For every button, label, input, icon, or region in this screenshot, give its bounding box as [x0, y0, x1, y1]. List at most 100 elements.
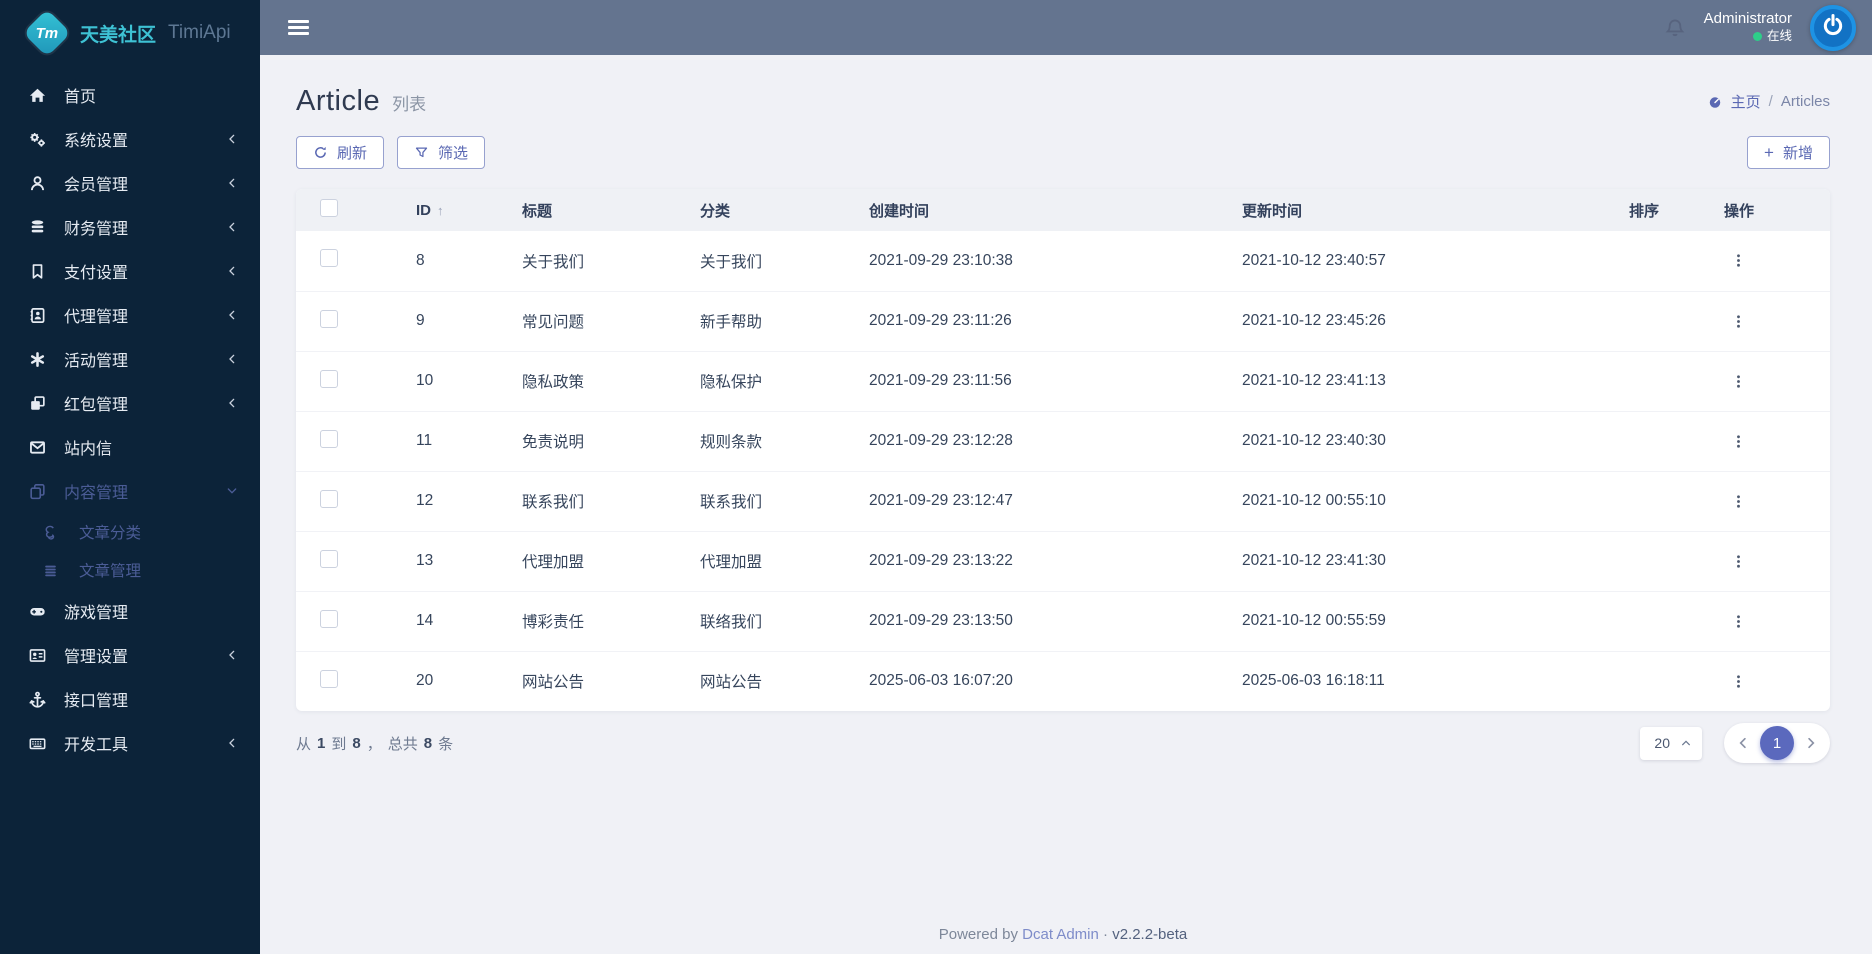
sidebar-item-red-packet-management[interactable]: 红包管理: [0, 381, 260, 425]
brand[interactable]: Tm 天美社区 TimiApi: [0, 0, 260, 66]
cell-updated-at: 2021-10-12 00:55:10: [1222, 470, 1609, 531]
cell-title: 免责说明: [502, 410, 680, 471]
row-actions-button[interactable]: [1724, 487, 1752, 515]
user-icon: [28, 174, 47, 193]
column-header-actions: 操作: [1704, 189, 1830, 231]
row-checkbox[interactable]: [320, 669, 338, 688]
chevron-left-icon: [226, 353, 238, 365]
row-actions-button[interactable]: [1724, 247, 1752, 275]
cell-created-at: 2025-06-03 16:07:20: [849, 650, 1222, 711]
topbar: Administrator 在线: [260, 0, 1872, 55]
table-row: 13 代理加盟 代理加盟 2021-09-29 23:13:22 2021-10…: [296, 530, 1830, 591]
row-checkbox[interactable]: [320, 609, 338, 628]
refresh-button[interactable]: 刷新: [296, 136, 385, 169]
sidebar-item-dev-tools[interactable]: 开发工具: [0, 721, 260, 765]
cell-category: 规则条款: [680, 410, 849, 471]
user-avatar[interactable]: [1810, 4, 1856, 51]
sidebar-item-label: 首页: [64, 89, 97, 106]
cell-created-at: 2021-09-29 23:12:47: [849, 470, 1222, 531]
chevron-left-icon: [226, 265, 238, 277]
column-header-id[interactable]: ID ↑: [396, 189, 502, 231]
table-row: 10 隐私政策 隐私保护 2021-09-29 23:11:56 2021-10…: [296, 350, 1830, 411]
row-actions-button[interactable]: [1724, 307, 1752, 335]
row-checkbox[interactable]: [320, 429, 338, 448]
sidebar-item-api-management[interactable]: 接口管理: [0, 677, 260, 721]
filter-button[interactable]: 筛选: [397, 136, 486, 169]
app-window: Tm 天美社区 TimiApi 首页系统设置会员管理财务管理支付设置 代理管理活动…: [0, 0, 1872, 954]
row-actions-button[interactable]: [1724, 547, 1752, 575]
sidebar-item-article-category[interactable]: 文章分类: [0, 513, 260, 551]
add-button[interactable]: + 新增: [1747, 136, 1830, 169]
table-footer: 从 1 到 8，总共 8 条 20 1: [296, 720, 1830, 766]
sidebar-item-label: 站内信: [64, 441, 113, 458]
sidebar-item-article-management[interactable]: 文章管理: [0, 551, 260, 589]
sidebar: Tm 天美社区 TimiApi 首页系统设置会员管理财务管理支付设置 代理管理活动…: [0, 0, 260, 954]
notifications-bell-icon[interactable]: [1664, 17, 1686, 39]
cell-title: 代理加盟: [502, 530, 680, 591]
sidebar-item-activity-management[interactable]: 活动管理: [0, 337, 260, 381]
cell-created-at: 2021-09-29 23:11:26: [849, 290, 1222, 351]
pager: 1: [1724, 723, 1830, 763]
select-all-checkbox[interactable]: [320, 199, 338, 217]
user-name: Administrator: [1703, 10, 1792, 28]
cell-created-at: 2021-09-29 23:11:56: [849, 350, 1222, 411]
cell-created-at: 2021-09-29 23:12:28: [849, 410, 1222, 471]
next-page-button[interactable]: [1804, 736, 1818, 750]
asterisk-icon: [28, 350, 47, 369]
sidebar-toggle-icon[interactable]: [288, 20, 309, 35]
sidebar-item-label: 会员管理: [64, 177, 129, 194]
brand-logo-icon: Tm: [22, 8, 72, 58]
online-status-label: 在线: [1766, 29, 1792, 44]
sidebar-item-game-management[interactable]: 游戏管理: [0, 589, 260, 633]
sidebar-item-site-messages[interactable]: 站内信: [0, 425, 260, 469]
row-actions-button[interactable]: [1724, 667, 1752, 695]
envelope-icon: [28, 438, 47, 457]
sidebar-item-finance-management[interactable]: 财务管理: [0, 205, 260, 249]
row-checkbox[interactable]: [320, 249, 338, 268]
cell-id: 10: [396, 350, 502, 411]
cell-title: 联系我们: [502, 470, 680, 531]
table-row: 12 联系我们 联系我们 2021-09-29 23:12:47 2021-10…: [296, 470, 1830, 531]
dcat-admin-link[interactable]: Dcat Admin: [1022, 926, 1099, 943]
row-checkbox[interactable]: [320, 489, 338, 508]
cell-id: 13: [396, 530, 502, 591]
sidebar-item-system-settings[interactable]: 系统设置: [0, 117, 260, 161]
sidebar-item-label: 活动管理: [64, 353, 129, 370]
cell-category: 网站公告: [680, 650, 849, 711]
table-row: 11 免责说明 规则条款 2021-09-29 23:12:28 2021-10…: [296, 410, 1830, 471]
pagination-summary: 从 1 到 8，总共 8 条: [296, 734, 454, 753]
user-info: Administrator 在线: [1704, 10, 1792, 44]
sidebar-item-content-management[interactable]: 内容管理: [0, 469, 260, 513]
sidebar-item-label: 文章管理: [79, 563, 142, 580]
cell-updated-at: 2021-10-12 23:40:57: [1242, 251, 1386, 269]
prev-page-button[interactable]: [1736, 736, 1750, 750]
current-page-button[interactable]: 1: [1760, 726, 1794, 760]
cell-updated-at: 2025-06-03 16:18:11: [1222, 650, 1609, 711]
breadcrumb-home-link[interactable]: 主页: [1731, 91, 1761, 112]
column-header-sort: 排序: [1609, 189, 1704, 231]
toolbar: 刷新 筛选 + 新增: [296, 136, 1830, 169]
row-actions-button[interactable]: [1724, 427, 1752, 455]
cell-title: 网站公告: [502, 650, 680, 711]
cell-updated-at: 2021-10-12 23:41:13: [1222, 350, 1609, 411]
cell-sort: [1609, 350, 1704, 411]
sidebar-item-label: 财务管理: [64, 221, 129, 238]
cell-updated-at: 2021-10-12 23:40:30: [1222, 410, 1609, 471]
powered-by-footer: Powered by Dcat Admin · v2.2.2-beta: [938, 926, 1188, 943]
sidebar-item-payment-settings[interactable]: 支付设置: [0, 249, 260, 293]
row-checkbox[interactable]: [320, 309, 338, 328]
sidebar-item-home[interactable]: 首页: [0, 73, 260, 117]
cell-sort: [1609, 650, 1704, 711]
per-page-select[interactable]: 20: [1640, 726, 1702, 760]
sidebar-item-admin-settings[interactable]: 管理设置: [0, 633, 260, 677]
sidebar-item-agent-management[interactable]: 代理管理: [0, 293, 260, 337]
brand-name-en: TimiApi: [168, 22, 231, 43]
row-actions-button[interactable]: [1724, 607, 1752, 635]
chevron-left-icon: [226, 133, 238, 145]
sidebar-item-label: 接口管理: [64, 693, 129, 710]
sidebar-item-member-management[interactable]: 会员管理: [0, 161, 260, 205]
cell-category: 新手帮助: [680, 290, 849, 351]
row-actions-button[interactable]: [1724, 367, 1752, 395]
row-checkbox[interactable]: [320, 549, 338, 568]
row-checkbox[interactable]: [320, 369, 338, 388]
